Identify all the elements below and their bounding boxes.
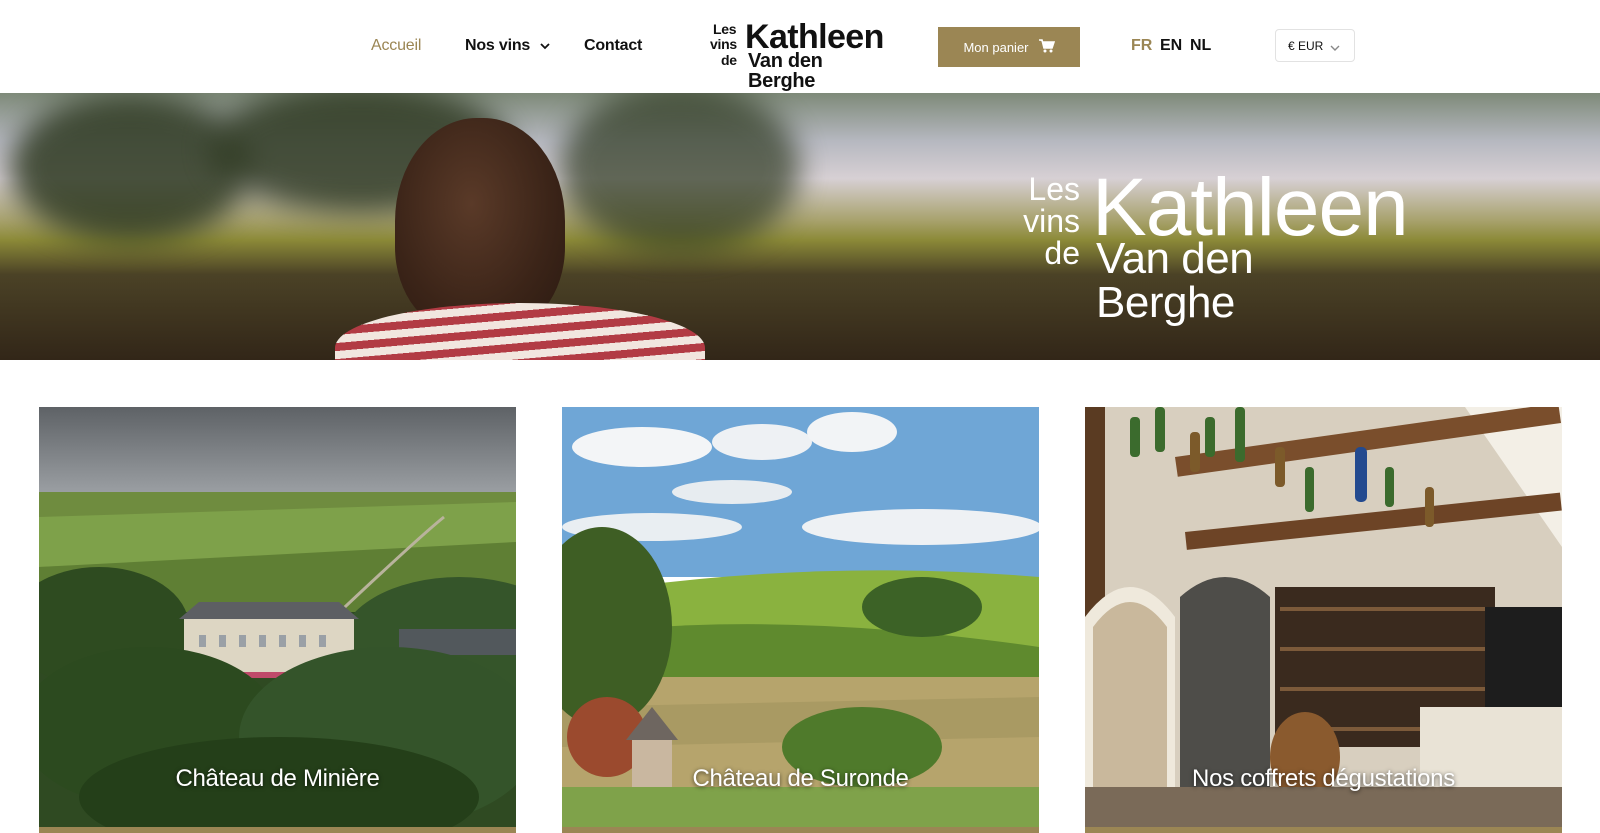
site-logo[interactable]: Les vins de Kathleen Van den Berghe bbox=[708, 18, 894, 91]
card-accent-bar bbox=[39, 827, 516, 833]
currency-value: € EUR bbox=[1288, 38, 1324, 53]
lang-nl[interactable]: NL bbox=[1190, 37, 1211, 55]
nav-item-accueil[interactable]: Accueil bbox=[371, 37, 421, 55]
nav-item-nos-vins[interactable]: Nos vins bbox=[465, 37, 550, 55]
cart-icon bbox=[1038, 38, 1055, 56]
hero-logo-name-last: Van den Berghe bbox=[1096, 234, 1254, 327]
card-title: Château de Minière bbox=[175, 765, 380, 792]
card-accent-bar bbox=[1085, 827, 1562, 833]
hero-woman-head bbox=[395, 118, 565, 333]
hero-logo-de: de bbox=[1044, 235, 1080, 271]
card-nos-coffrets-degustations[interactable]: Nos coffrets dégustations bbox=[1085, 407, 1562, 833]
logo-line-de: de bbox=[721, 52, 737, 68]
currency-select[interactable]: € EUR bbox=[1275, 29, 1355, 62]
chevron-down-icon bbox=[1330, 41, 1340, 55]
hero-logo-vins: vins bbox=[1023, 203, 1080, 239]
logo-line-vins: vins bbox=[710, 36, 737, 52]
card-chateau-de-suronde[interactable]: Château de Suronde bbox=[562, 407, 1039, 833]
site-header: Accueil Nos vins Contact Les vins de Kat… bbox=[0, 0, 1600, 93]
card-chateau-de-miniere[interactable]: Château de Minière bbox=[39, 407, 516, 833]
hero-tree-shape bbox=[560, 93, 800, 253]
hero-banner: Les vins de Kathleen Van den Berghe bbox=[0, 93, 1600, 360]
logo-name-first: Kathleen bbox=[745, 18, 884, 56]
logo-line-les: Les bbox=[713, 21, 737, 37]
cart-button[interactable]: Mon panier bbox=[938, 27, 1080, 67]
logo-name-last: Van den Berghe bbox=[748, 50, 823, 92]
chevron-down-icon bbox=[540, 37, 550, 55]
hero-tree-shape bbox=[10, 93, 250, 243]
hero-woman-shirt bbox=[335, 303, 705, 360]
cart-button-label: Mon panier bbox=[963, 39, 1029, 55]
card-title: Château de Suronde bbox=[692, 765, 909, 792]
card-accent-bar bbox=[562, 827, 1039, 833]
hero-logo: Les vins de Kathleen Van den Berghe bbox=[1020, 167, 1409, 325]
nav-item-contact[interactable]: Contact bbox=[584, 37, 642, 55]
hero-logo-les: Les bbox=[1028, 171, 1080, 207]
card-title: Nos coffrets dégustations bbox=[1192, 765, 1455, 792]
lang-en[interactable]: EN bbox=[1160, 37, 1182, 55]
nav-item-label: Nos vins bbox=[465, 37, 531, 55]
lang-fr[interactable]: FR bbox=[1131, 37, 1152, 55]
